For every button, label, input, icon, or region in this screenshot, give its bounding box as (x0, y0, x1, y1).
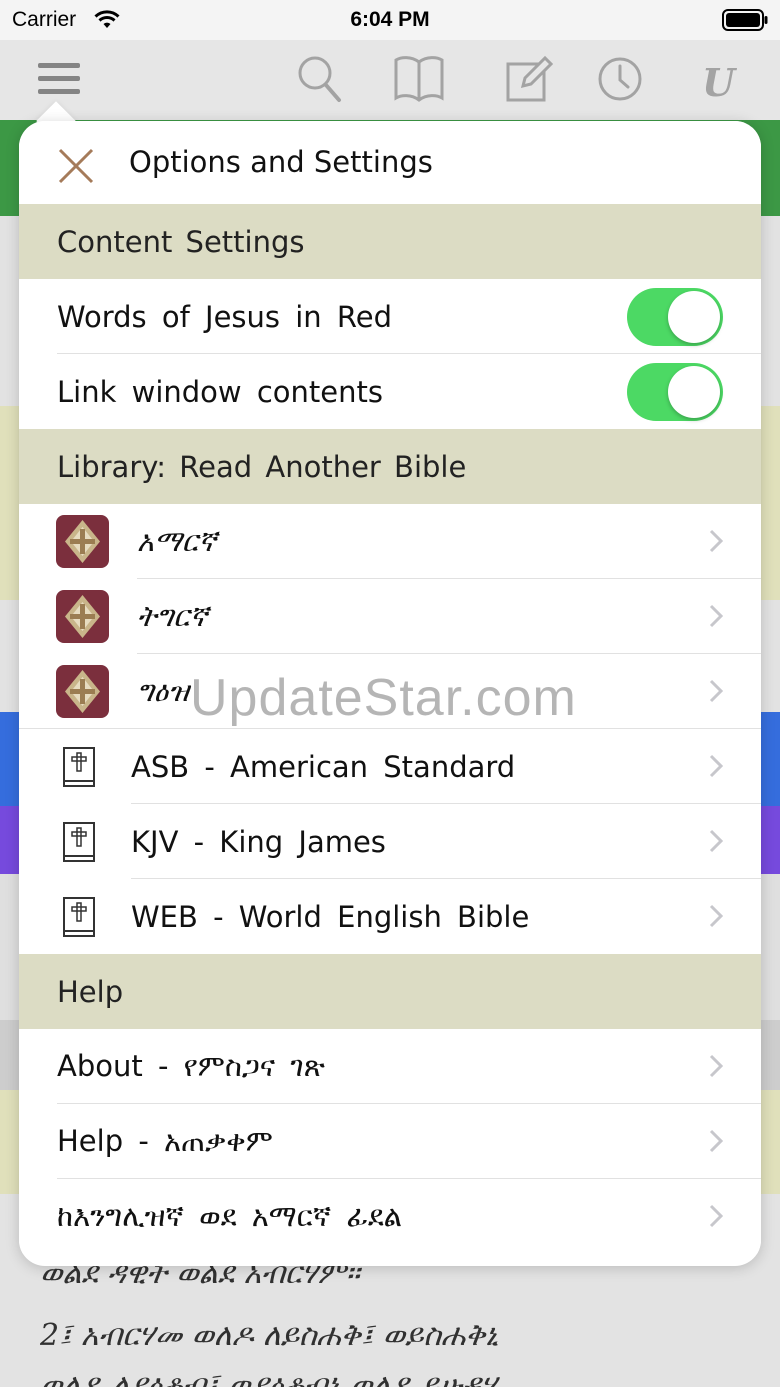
words-of-jesus-toggle[interactable] (627, 288, 723, 346)
help-item-about[interactable]: About - የምስጋና ገጽ (19, 1029, 761, 1104)
library-item-kjv[interactable]: KJV - King James (19, 804, 761, 879)
section-header-library: Library: Read Another Bible (19, 429, 761, 504)
chevron-right-icon (709, 904, 724, 932)
help-item-transliteration[interactable]: ከእንግሊዝኛ ወደ አማርኛ ፊደል (19, 1179, 761, 1254)
status-bar: Carrier 6:04 PM (0, 0, 780, 40)
setting-row-link-window: Link window contents (19, 354, 761, 429)
bible-book-icon (62, 896, 96, 942)
library-item-label: ግዕዝ (137, 674, 189, 708)
section-header-help: Help (19, 954, 761, 1029)
panel-title: Options and Settings (129, 145, 433, 179)
ethiopian-cross-icon (56, 665, 109, 718)
chevron-right-icon (709, 604, 724, 632)
section-header-content-settings: Content Settings (19, 204, 761, 279)
help-item-label: About - የምስጋና ገጽ (57, 1049, 325, 1083)
battery-icon (722, 9, 768, 37)
toggle-knob (668, 291, 720, 343)
library-item-geez[interactable]: ግዕዝ (19, 654, 761, 729)
setting-row-words-of-jesus: Words of Jesus in Red (19, 279, 761, 354)
library-item-label: ASB - American Standard (131, 749, 516, 784)
library-item-asb[interactable]: ASB - American Standard (19, 729, 761, 804)
chevron-right-icon (709, 754, 724, 782)
setting-label: Words of Jesus in Red (57, 299, 392, 334)
chevron-right-icon (709, 829, 724, 857)
help-item-label: ከእንግሊዝኛ ወደ አማርኛ ፊደል (57, 1199, 403, 1233)
ethiopian-cross-icon (56, 590, 109, 643)
library-item-amharic[interactable]: አማርኛ (19, 504, 761, 579)
clock-label: 6:04 PM (350, 8, 430, 31)
panel-header: Options and Settings (19, 121, 761, 204)
chevron-right-icon (709, 1054, 724, 1082)
chevron-right-icon (709, 1204, 724, 1232)
link-window-toggle[interactable] (627, 363, 723, 421)
options-panel: Options and Settings Content Settings Wo… (19, 121, 761, 1266)
chevron-right-icon (709, 529, 724, 557)
library-item-web[interactable]: WEB - World English Bible (19, 879, 761, 954)
bible-book-icon (62, 746, 96, 792)
ethiopian-cross-icon (56, 515, 109, 568)
setting-label: Link window contents (57, 374, 383, 409)
library-item-label: KJV - King James (131, 824, 386, 859)
library-item-label: አማርኛ (137, 524, 217, 558)
close-icon[interactable] (57, 147, 95, 189)
library-item-label: WEB - World English Bible (131, 899, 530, 934)
help-item-help[interactable]: Help - አጠቃቀም (19, 1104, 761, 1179)
library-item-tigrinya[interactable]: ትግርኛ (19, 579, 761, 654)
bible-book-icon (62, 821, 96, 867)
library-item-label: ትግርኛ (137, 599, 208, 633)
chevron-right-icon (709, 679, 724, 707)
chevron-right-icon (709, 1129, 724, 1157)
toggle-knob (668, 366, 720, 418)
help-item-label: Help - አጠቃቀም (57, 1124, 273, 1158)
